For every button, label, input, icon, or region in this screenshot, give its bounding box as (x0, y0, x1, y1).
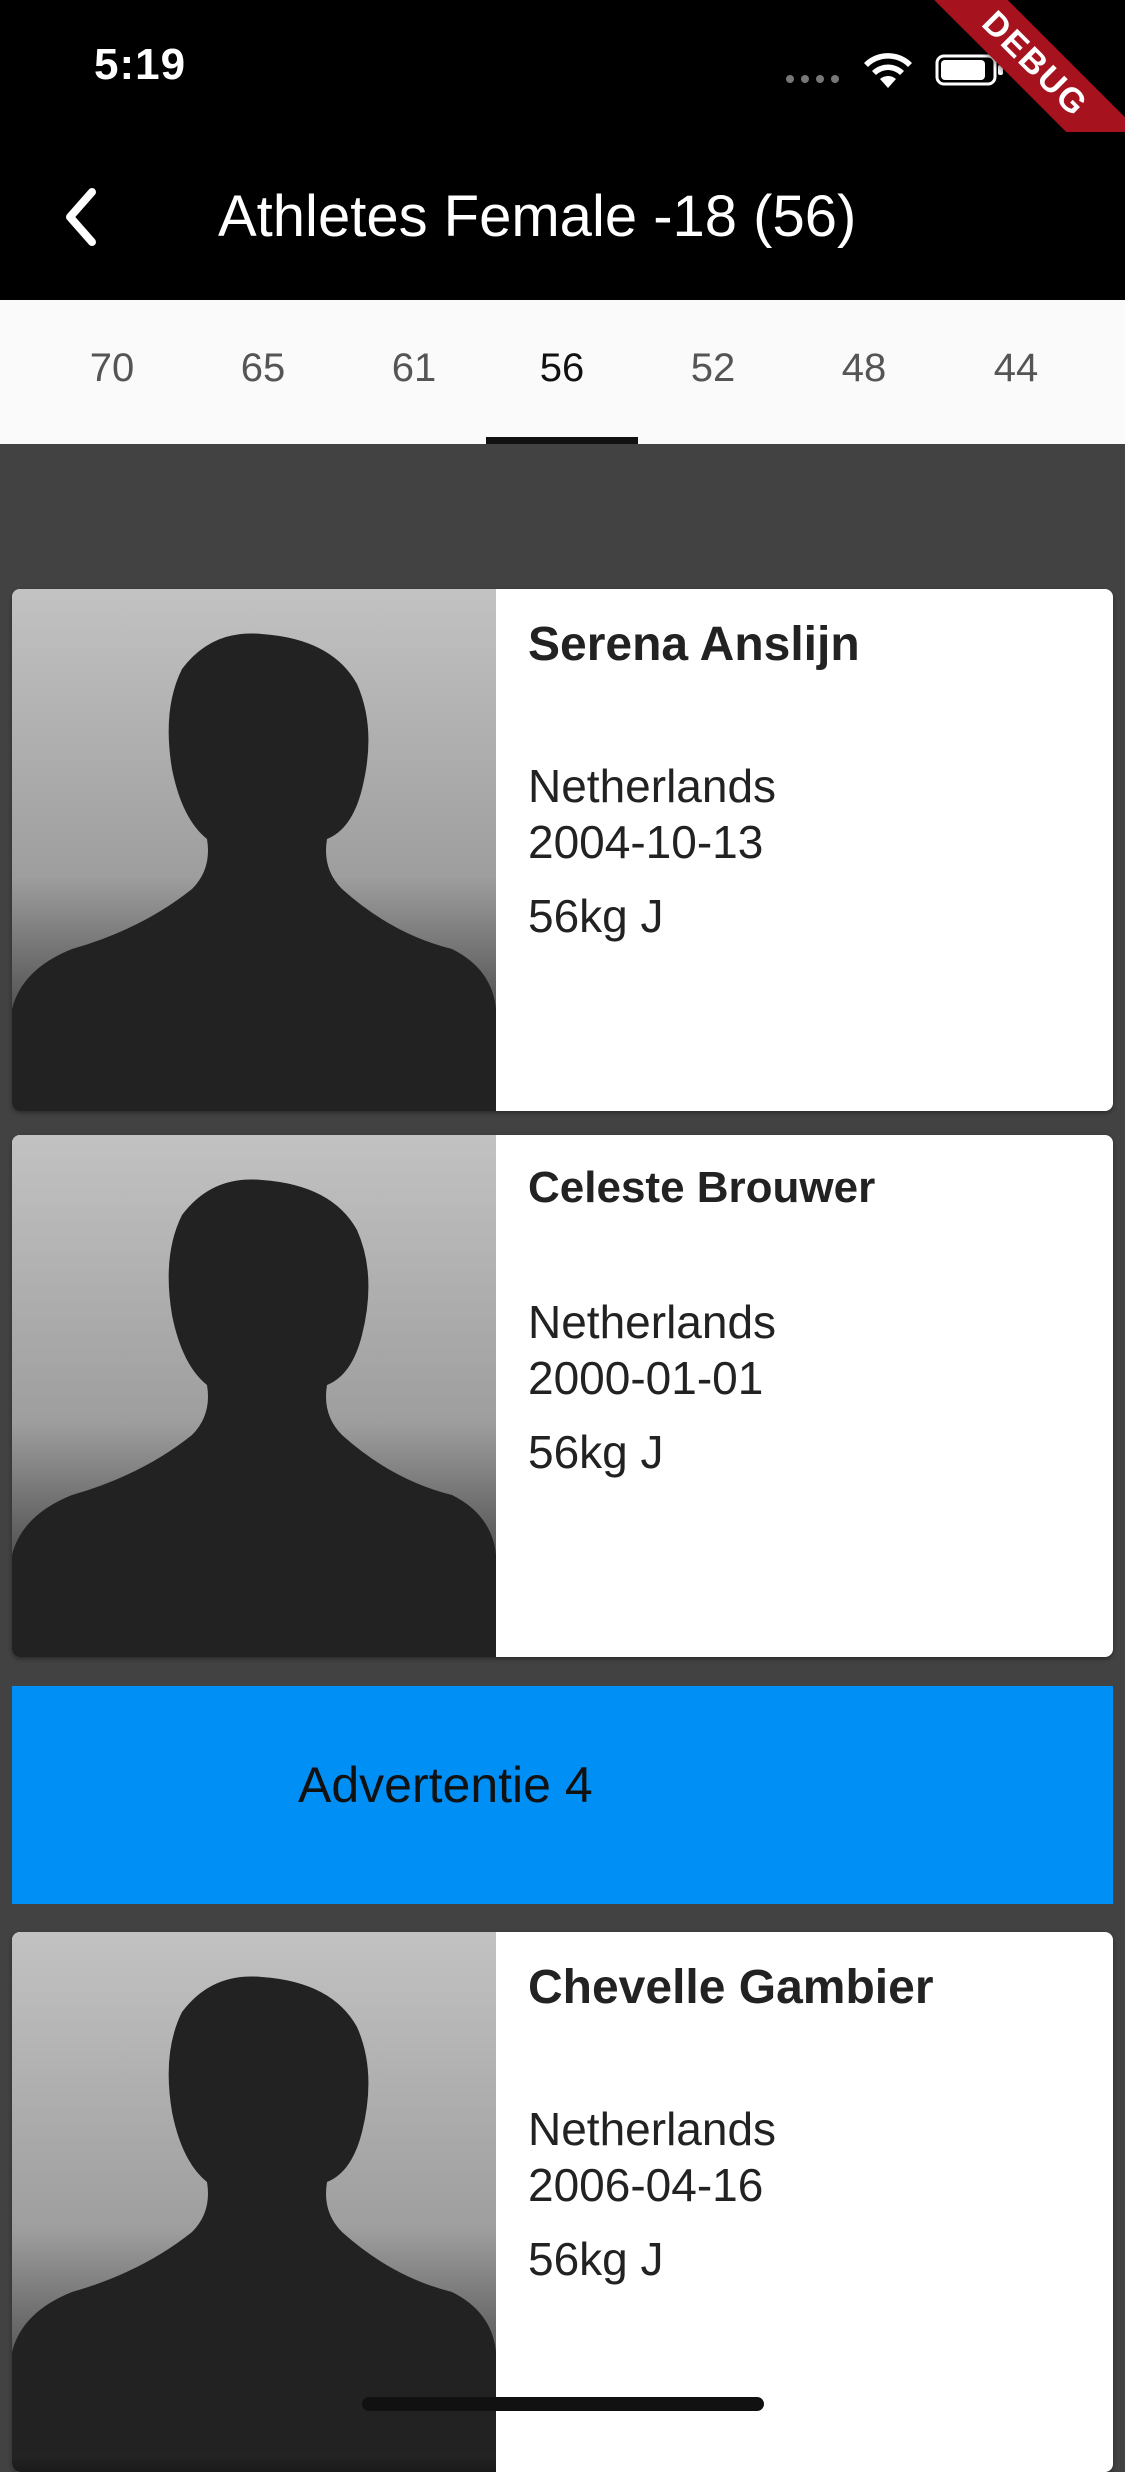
athlete-birthdate: 2000-01-01 (528, 1352, 764, 1404)
tab-44[interactable]: 44 (941, 300, 1091, 444)
chevron-left-icon (66, 188, 96, 246)
athlete-country: Netherlands (528, 1296, 777, 1348)
athlete-country: Netherlands (528, 2103, 777, 2155)
person-silhouette-icon (12, 1976, 496, 2454)
tab-61[interactable]: 61 (339, 300, 489, 444)
athlete-card[interactable]: Chevelle Gambier Netherlands 2006-04-16 … (12, 1932, 1113, 2472)
app-bar: Athletes Female -18 (56) (0, 132, 1125, 300)
signal-dots-icon (786, 75, 839, 83)
athlete-weight-class: 56kg J (528, 1426, 664, 1478)
status-time: 5:19 (94, 40, 187, 89)
athlete-photo (12, 1932, 496, 2472)
tab-70[interactable]: 70 (37, 300, 187, 444)
athlete-photo (12, 1135, 496, 1657)
tab-65[interactable]: 65 (188, 300, 338, 444)
tab-48[interactable]: 48 (789, 300, 939, 444)
ad-banner[interactable]: Advertentie 4 (12, 1686, 1113, 1904)
athlete-name: Chevelle Gambier (528, 1961, 934, 2014)
tab-52[interactable]: 52 (638, 300, 788, 444)
weight-tab-bar: 70 65 61 56 52 48 44 (0, 300, 1125, 444)
page-title: Athletes Female -18 (56) (218, 184, 857, 249)
athlete-card[interactable]: Celeste Brouwer Netherlands 2000-01-01 5… (12, 1135, 1113, 1657)
athlete-birthdate: 2006-04-16 (528, 2159, 764, 2211)
back-button[interactable] (40, 172, 130, 262)
active-tab-indicator (486, 437, 638, 444)
athlete-name: Serena Anslijn (528, 618, 860, 671)
person-silhouette-icon (12, 633, 496, 1111)
athlete-weight-class: 56kg J (528, 2233, 664, 2285)
athlete-name: Celeste Brouwer (528, 1163, 876, 1212)
home-indicator[interactable] (362, 2397, 764, 2411)
athlete-weight-class: 56kg J (528, 890, 664, 942)
person-silhouette-icon (12, 1179, 496, 1657)
athlete-birthdate: 2004-10-13 (528, 816, 764, 868)
tab-56[interactable]: 56 (487, 300, 637, 444)
wifi-icon (864, 53, 912, 88)
athlete-card[interactable]: Serena Anslijn Netherlands 2004-10-13 56… (12, 589, 1113, 1111)
athlete-photo (12, 589, 496, 1111)
athlete-country: Netherlands (528, 760, 777, 812)
ad-label: Advertentie 4 (298, 1757, 593, 1813)
